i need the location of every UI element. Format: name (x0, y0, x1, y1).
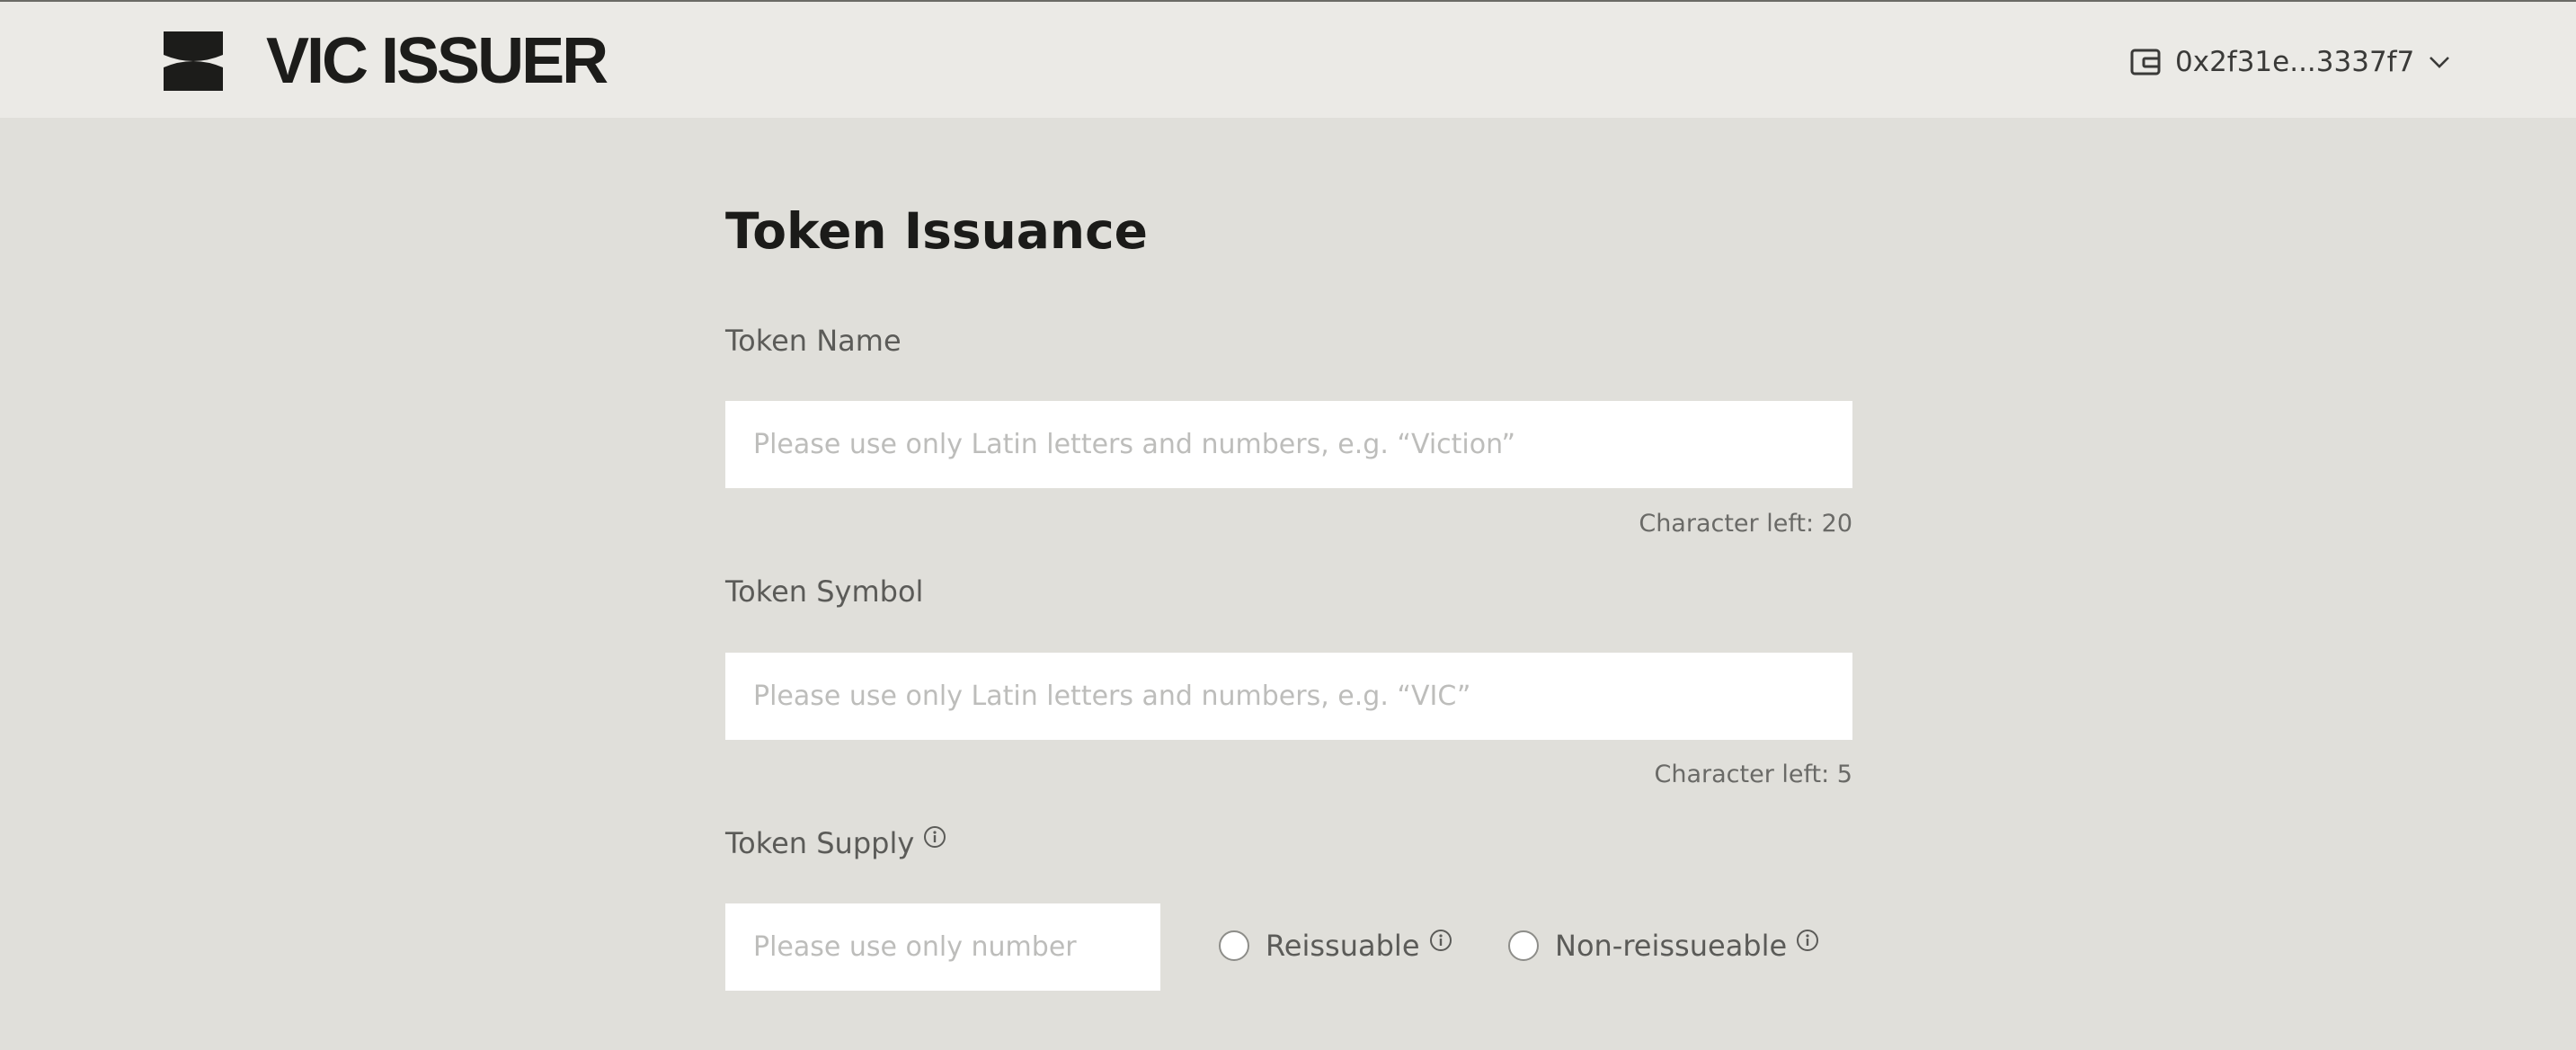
token-symbol-label: Token Symbol (725, 574, 924, 609)
token-symbol-input[interactable] (725, 653, 1852, 740)
wallet-dropdown[interactable]: 0x2f31e...3337f7 (2130, 40, 2450, 85)
token-name-label: Token Name (725, 324, 902, 358)
non-reissuable-option[interactable]: Non-reissueable (1508, 919, 1819, 973)
page-title: Token Issuance (725, 202, 1148, 260)
wallet-address: 0x2f31e...3337f7 (2175, 46, 2415, 78)
reissuable-label: Reissuable (1266, 929, 1420, 963)
reissuable-radio[interactable] (1219, 930, 1249, 961)
non-reissuable-radio[interactable] (1508, 930, 1539, 961)
chevron-down-icon (2429, 57, 2450, 68)
token-supply-input[interactable] (725, 903, 1160, 991)
info-icon[interactable] (1429, 929, 1452, 952)
reissuable-option[interactable]: Reissuable (1219, 919, 1452, 973)
token-name-char-count: Character left: 20 (1639, 510, 1852, 538)
top-bar: VIC ISSUER 0x2f31e...3337f7 (0, 2, 2576, 118)
info-icon[interactable] (1796, 929, 1819, 952)
token-supply-label: Token Supply (725, 825, 946, 861)
non-reissuable-label: Non-reissueable (1555, 929, 1788, 963)
logo-icon (164, 31, 223, 91)
token-symbol-char-count: Character left: 5 (1654, 761, 1852, 788)
wallet-icon (2130, 49, 2161, 76)
brand-name: VIC ISSUER (266, 25, 608, 97)
info-icon[interactable] (923, 825, 946, 849)
token-name-input[interactable] (725, 401, 1852, 488)
